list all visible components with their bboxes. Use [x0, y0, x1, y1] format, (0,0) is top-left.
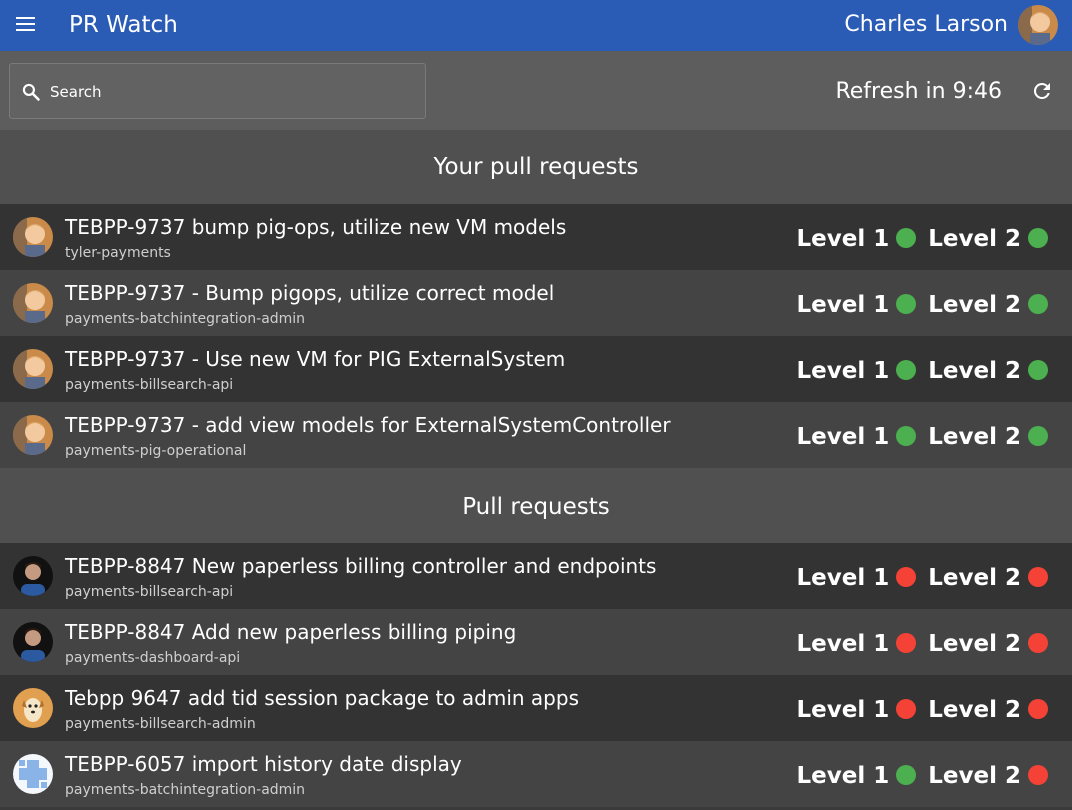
level-1-label: Level 1: [796, 358, 890, 384]
pr-repo: payments-pig-operational: [65, 443, 247, 459]
level-2-label: Level 2: [928, 565, 1021, 591]
pr-row[interactable]: TEBPP-9737 - add view models for Externa…: [0, 402, 1072, 468]
level-status-group: Level 1 Level 2: [796, 224, 1048, 254]
level-1-status-dot: [896, 764, 917, 785]
pr-title[interactable]: TEBPP-9737 - Use new VM for PIG External…: [65, 346, 565, 372]
pr-title[interactable]: TEBPP-8847 New paperless billing control…: [65, 553, 656, 579]
author-avatar: [13, 349, 53, 389]
section-header-pull-requests: Pull requests: [0, 468, 1072, 543]
author-avatar: [13, 688, 53, 728]
pr-title[interactable]: Tebpp 9647 add tid session package to ad…: [65, 685, 579, 711]
level-1-label: Level 1: [796, 226, 890, 252]
level-1-status-dot: [896, 425, 917, 446]
level-2-status-dot: [1028, 566, 1048, 587]
level-2-status-dot: [1028, 293, 1048, 314]
level-2-label: Level 2: [928, 358, 1021, 384]
author-avatar: [13, 754, 53, 794]
pr-title[interactable]: TEBPP-6057 import history date display: [65, 751, 462, 777]
refresh-icon[interactable]: [1030, 79, 1054, 103]
pr-repo: tyler-payments: [65, 245, 171, 261]
level-2-label: Level 2: [928, 763, 1021, 789]
author-avatar: [13, 217, 53, 257]
pr-title[interactable]: TEBPP-9737 - Bump pigops, utilize correc…: [65, 280, 554, 306]
level-1-label: Level 1: [796, 424, 890, 450]
pr-repo: payments-billsearch-api: [65, 584, 234, 600]
pr-row[interactable]: TEBPP-9737 - Bump pigops, utilize correc…: [0, 270, 1072, 336]
level-2-label: Level 2: [928, 226, 1021, 252]
level-status-group: Level 1 Level 2: [796, 761, 1048, 791]
pr-title[interactable]: TEBPP-8847 Add new paperless billing pip…: [65, 619, 516, 645]
level-1-status-dot: [896, 566, 917, 587]
level-1-status-dot: [896, 698, 917, 719]
toolbar: Refresh in 9:46: [0, 51, 1072, 130]
author-avatar: [13, 283, 53, 323]
level-2-status-dot: [1028, 698, 1048, 719]
app-bar: PR Watch Charles Larson: [0, 0, 1072, 51]
author-avatar: [13, 556, 53, 596]
level-2-label: Level 2: [928, 424, 1021, 450]
level-1-label: Level 1: [796, 565, 890, 591]
level-status-group: Level 1 Level 2: [796, 563, 1048, 593]
level-status-group: Level 1 Level 2: [796, 290, 1048, 320]
user-avatar[interactable]: [1018, 5, 1058, 45]
menu-icon[interactable]: [14, 14, 38, 36]
level-1-label: Level 1: [796, 631, 890, 657]
level-status-group: Level 1 Level 2: [796, 422, 1048, 452]
level-1-status-dot: [896, 293, 917, 314]
author-avatar: [13, 622, 53, 662]
search-icon: [22, 83, 40, 101]
level-1-status-dot: [896, 632, 917, 653]
pr-repo: payments-batchintegration-admin: [65, 782, 306, 798]
refresh-countdown: Refresh in 9:46: [835, 79, 1002, 104]
level-2-status-dot: [1028, 632, 1048, 653]
pr-row[interactable]: Tebpp 9647 add tid session package to ad…: [0, 675, 1072, 741]
pr-row[interactable]: TEBPP-9737 bump pig-ops, utilize new VM …: [0, 204, 1072, 270]
pr-title[interactable]: TEBPP-9737 - add view models for Externa…: [65, 412, 671, 438]
level-1-label: Level 1: [796, 763, 890, 789]
section-header-your-prs: Your pull requests: [0, 130, 1072, 204]
pr-title[interactable]: TEBPP-9737 bump pig-ops, utilize new VM …: [65, 214, 566, 240]
level-status-group: Level 1 Level 2: [796, 695, 1048, 725]
level-1-label: Level 1: [796, 697, 890, 723]
level-2-status-dot: [1028, 227, 1048, 248]
pr-repo: payments-billsearch-api: [65, 377, 234, 393]
level-1-status-dot: [896, 359, 917, 380]
level-2-status-dot: [1028, 764, 1048, 785]
author-avatar: [13, 415, 53, 455]
search-box[interactable]: [9, 63, 426, 119]
level-2-label: Level 2: [928, 631, 1021, 657]
level-status-group: Level 1 Level 2: [796, 356, 1048, 386]
app-title: PR Watch: [69, 12, 178, 38]
level-1-label: Level 1: [796, 292, 890, 318]
level-2-label: Level 2: [928, 697, 1021, 723]
level-2-status-dot: [1028, 359, 1048, 380]
search-input[interactable]: [50, 78, 410, 106]
pr-repo: payments-dashboard-api: [65, 650, 241, 666]
pr-row[interactable]: TEBPP-9737 - Use new VM for PIG External…: [0, 336, 1072, 402]
pr-repo: payments-billsearch-admin: [65, 716, 256, 732]
level-2-status-dot: [1028, 425, 1048, 446]
pr-row[interactable]: TEBPP-8847 Add new paperless billing pip…: [0, 609, 1072, 675]
level-status-group: Level 1 Level 2: [796, 629, 1048, 659]
level-1-status-dot: [896, 227, 917, 248]
pr-row[interactable]: TEBPP-6057 import history date display pa…: [0, 741, 1072, 807]
user-name[interactable]: Charles Larson: [844, 10, 1008, 40]
pr-row[interactable]: TEBPP-8847 New paperless billing control…: [0, 543, 1072, 609]
pr-repo: payments-batchintegration-admin: [65, 311, 306, 327]
level-2-label: Level 2: [928, 292, 1021, 318]
